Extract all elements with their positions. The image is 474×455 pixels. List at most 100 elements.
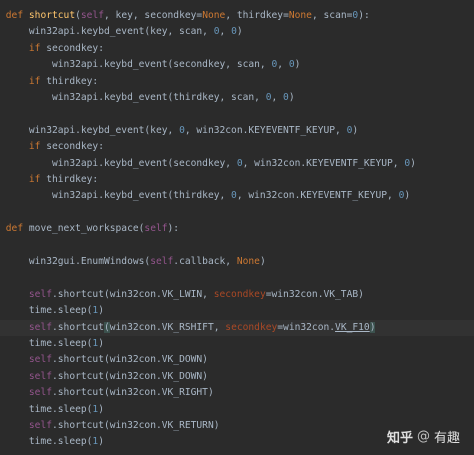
- code-token-self: self: [144, 223, 168, 235]
- code-token-kwarg: secondkey: [225, 321, 278, 333]
- code-line[interactable]: win32api.keybd_event(thirdkey, scan, 0, …: [0, 90, 474, 106]
- watermark-author: 有趣: [433, 430, 460, 446]
- code-token-plain: =win32con.: [277, 321, 336, 333]
- code-token-keyword: if: [28, 141, 47, 153]
- code-token-self: self: [80, 10, 104, 21]
- watermark: 知乎 @ 有趣: [387, 425, 460, 447]
- code-token-plain: , win32con.KEYEVENTF_KEYUP,: [242, 157, 405, 169]
- code-line[interactable]: if thirdkey:: [0, 172, 474, 188]
- code-token-plain: win32con.VK_RSHIFT,: [109, 321, 226, 333]
- code-line[interactable]: time.sleep(1): [0, 303, 474, 319]
- code-line[interactable]: win32api.keybd_event(key, 0, win32con.KE…: [0, 123, 474, 139]
- code-line[interactable]: [0, 238, 474, 254]
- code-token-plain: time.sleep(: [5, 305, 93, 317]
- code-line[interactable]: self.shortcut(win32con.VK_LWIN, secondke…: [0, 287, 474, 303]
- code-line[interactable]: def shortcut(self, key, secondkey=None, …: [0, 8, 474, 24]
- code-token-bracket: ): [369, 321, 376, 333]
- code-token-plain: .shortcut(win32con.VK_RETURN): [52, 420, 220, 431]
- code-token-self: self: [28, 288, 52, 300]
- code-token-plain: ): [259, 256, 266, 267]
- code-line[interactable]: win32gui.EnumWindows(self.callback, None…: [0, 254, 474, 270]
- code-token-plain: , scan=: [311, 10, 353, 21]
- code-line[interactable]: [0, 205, 474, 221]
- code-token-self: self: [28, 420, 52, 431]
- code-token-plain: , thirdkey=: [225, 10, 289, 21]
- code-token-self: self: [28, 370, 52, 382]
- code-token-plain: , win32con.KEYEVENTF_KEYUP,: [184, 124, 347, 136]
- code-token-plain: .shortcut(win32con.VK_DOWN): [52, 354, 208, 366]
- code-token-plain: ): [236, 26, 243, 38]
- code-line[interactable]: [0, 106, 474, 122]
- code-token-plain: ): [294, 59, 301, 71]
- code-token-plain: , win32con.KEYEVENTF_KEYUP,: [236, 190, 399, 202]
- code-token-plain: ): [404, 190, 411, 202]
- code-token-plain: ,: [271, 92, 284, 103]
- code-token-plain: .shortcut(win32con.VK_DOWN): [52, 370, 208, 382]
- code-line[interactable]: win32api.keybd_event(key, scan, 0, 0): [0, 24, 474, 40]
- code-line[interactable]: win32api.keybd_event(thirdkey, 0, win32c…: [0, 188, 474, 204]
- code-token-plain: win32gui.EnumWindows(: [5, 256, 151, 267]
- code-token-self: self: [150, 256, 174, 267]
- zhihu-logo: 知乎: [386, 430, 413, 446]
- code-token-keyword: if: [28, 75, 47, 87]
- code-line[interactable]: self.shortcut(win32con.VK_RSHIFT, second…: [0, 319, 474, 336]
- code-token-const: None: [288, 10, 312, 21]
- code-token-keyword: def: [5, 223, 29, 235]
- code-token-plain: ): [410, 157, 416, 169]
- code-token-self: self: [28, 354, 52, 366]
- code-token-plain: win32api.keybd_event(thirdkey,: [5, 190, 232, 202]
- code-line[interactable]: if thirdkey:: [0, 74, 474, 90]
- code-token-plain: time.sleep(: [5, 338, 93, 349]
- code-token-plain: thirdkey:: [46, 174, 99, 185]
- code-token-plain: time.sleep(: [5, 403, 93, 415]
- code-token-plain: win32api.keybd_event(key, scan,: [5, 26, 214, 38]
- code-token-funcname: shortcut: [28, 10, 76, 21]
- code-token-plain: thirdkey:: [46, 75, 99, 87]
- code-line[interactable]: self.shortcut(win32con.VK_RIGHT): [0, 385, 474, 401]
- code-token-plain: secondkey:: [46, 141, 104, 153]
- watermark-at: @: [416, 428, 430, 444]
- code-token-plain: move_next_workspace(: [28, 223, 145, 235]
- code-token-plain: ): [352, 124, 359, 136]
- code-line[interactable]: time.sleep(1): [0, 336, 474, 352]
- code-line[interactable]: self.shortcut(win32con.VK_DOWN): [0, 369, 474, 385]
- code-token-self: self: [28, 321, 52, 333]
- code-token-keyword: def: [5, 10, 29, 21]
- code-line[interactable]: time.sleep(1): [0, 402, 474, 418]
- code-token-plain: ): [98, 403, 104, 415]
- code-token-self: self: [28, 387, 52, 399]
- code-token-const: None: [202, 10, 226, 21]
- code-line[interactable]: [0, 270, 474, 286]
- code-token-kwarg: secondkey: [213, 288, 266, 300]
- code-token-const: None: [236, 256, 260, 267]
- code-token-keyword: if: [28, 42, 47, 54]
- code-token-plain: .shortcut(win32con.VK_RIGHT): [52, 387, 214, 399]
- code-editor[interactable]: def shortcut(self, key, secondkey=None, …: [0, 0, 474, 455]
- code-token-plain: win32api.keybd_event(secondkey, scan,: [5, 59, 272, 71]
- code-line[interactable]: if secondkey:: [0, 139, 474, 155]
- code-line[interactable]: self.shortcut(win32con.VK_DOWN): [0, 352, 474, 368]
- code-token-plain: ): [98, 338, 104, 349]
- code-token-plain: .shortcut: [52, 321, 104, 333]
- code-token-plain: ): [288, 92, 295, 103]
- code-token-plain: secondkey:: [46, 42, 104, 54]
- code-token-underline: VK_F10: [335, 321, 370, 333]
- code-line[interactable]: win32api.keybd_event(secondkey, scan, 0,…: [0, 57, 474, 73]
- code-line[interactable]: def move_next_workspace(self):: [0, 221, 474, 237]
- code-token-plain: win32api.keybd_event(secondkey,: [5, 157, 237, 169]
- code-token-plain: ,: [219, 26, 232, 38]
- code-token-plain: =win32con.VK_TAB): [265, 288, 364, 300]
- code-token-plain: .shortcut(win32con.VK_LWIN,: [52, 288, 214, 300]
- code-line[interactable]: win32api.keybd_event(secondkey, 0, win32…: [0, 156, 474, 172]
- code-token-plain: win32api.keybd_event(thirdkey, scan,: [5, 92, 266, 103]
- code-token-keyword: if: [28, 174, 47, 185]
- code-line[interactable]: if secondkey:: [0, 41, 474, 57]
